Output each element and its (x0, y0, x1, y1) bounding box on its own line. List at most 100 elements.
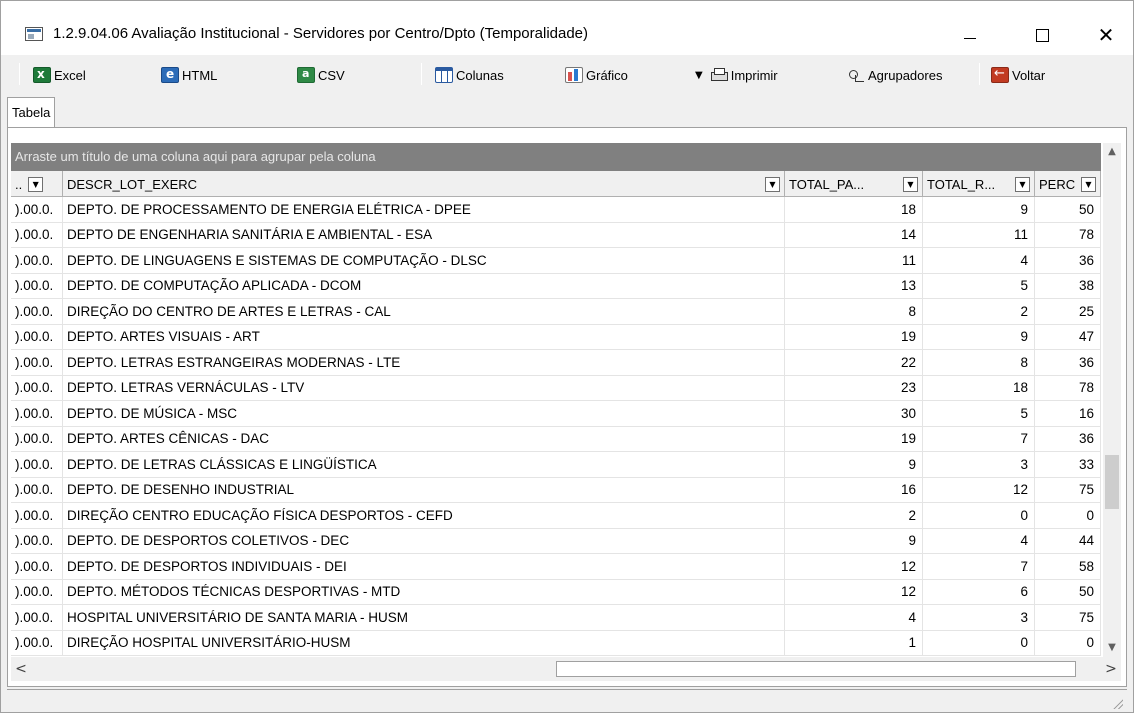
cell-perc[interactable]: 44 (1035, 528, 1101, 553)
table-row[interactable]: ).00.0. DEPTO. LETRAS ESTRANGEIRAS MODERN… (11, 350, 1101, 376)
cell-descr[interactable]: DIREÇÃO CENTRO EDUCAÇÃO FÍSICA DESPORTOS… (63, 503, 785, 528)
cell-descr[interactable]: DEPTO. DE PROCESSAMENTO DE ENERGIA ELÉTR… (63, 197, 785, 222)
scroll-up-icon[interactable]: ▲ (1103, 143, 1121, 161)
scroll-right-icon[interactable]: > (1101, 657, 1121, 681)
table-row[interactable]: ).00.0. DEPTO. DE DESPORTOS INDIVIDUAIS -… (11, 554, 1101, 580)
horizontal-scrollbar[interactable]: < > (11, 657, 1121, 681)
cell-total-r[interactable]: 18 (923, 375, 1035, 400)
cell-total-r[interactable]: 5 (923, 273, 1035, 298)
close-button[interactable]: ✕ (1083, 15, 1129, 55)
html-button[interactable]: HTML (161, 63, 217, 87)
cell-total-pa[interactable]: 4 (785, 605, 923, 630)
cell-descr[interactable]: DEPTO. LETRAS VERNÁCULAS - LTV (63, 375, 785, 400)
cell-total-pa[interactable]: 11 (785, 248, 923, 273)
cell-perc[interactable]: 47 (1035, 324, 1101, 349)
cell-total-pa[interactable]: 14 (785, 222, 923, 247)
cell-perc[interactable]: 0 (1035, 630, 1101, 655)
voltar-button[interactable]: Voltar (991, 63, 1045, 87)
csv-button[interactable]: CSV (297, 63, 345, 87)
cell-total-pa[interactable]: 12 (785, 579, 923, 604)
cell-total-pa[interactable]: 19 (785, 324, 923, 349)
table-row[interactable]: ).00.0. DIREÇÃO DO CENTRO DE ARTES E LETR… (11, 299, 1101, 325)
table-row[interactable]: ).00.0. DIREÇÃO HOSPITAL UNIVERSITÁRIO-HU… (11, 630, 1101, 656)
cell-perc[interactable]: 36 (1035, 350, 1101, 375)
filter-dropdown-icon[interactable]: ▼ (1015, 176, 1030, 192)
filter-dropdown-icon[interactable]: ▼ (903, 176, 918, 192)
cell-descr[interactable]: HOSPITAL UNIVERSITÁRIO DE SANTA MARIA - … (63, 605, 785, 630)
table-row[interactable]: ).00.0. DEPTO. DE LETRAS CLÁSSICAS E LING… (11, 452, 1101, 478)
cell-total-r[interactable]: 7 (923, 554, 1035, 579)
cell-total-pa[interactable]: 9 (785, 528, 923, 553)
cell-total-r[interactable]: 11 (923, 222, 1035, 247)
cell-total-pa[interactable]: 18 (785, 197, 923, 222)
table-row[interactable]: ).00.0. DEPTO. DE DESENHO INDUSTRIAL 16 12 7… (11, 477, 1101, 503)
table-row[interactable]: ).00.0. DEPTO. DE DESPORTOS COLETIVOS - D… (11, 528, 1101, 554)
scroll-down-icon[interactable]: ▼ (1103, 639, 1121, 657)
cell-descr[interactable]: DEPTO. DE COMPUTAÇÃO APLICADA - DCOM (63, 273, 785, 298)
cell-code[interactable]: ).00.0. (11, 222, 63, 247)
grafico-button[interactable]: Gráfico (565, 63, 628, 87)
cell-perc[interactable]: 50 (1035, 579, 1101, 604)
cell-code[interactable]: ).00.0. (11, 248, 63, 273)
cell-code[interactable]: ).00.0. (11, 630, 63, 655)
cell-perc[interactable]: 36 (1035, 426, 1101, 451)
cell-descr[interactable]: DIREÇÃO HOSPITAL UNIVERSITÁRIO-HUSM (63, 630, 785, 655)
cell-descr[interactable]: DEPTO. LETRAS ESTRANGEIRAS MODERNAS - LT… (63, 350, 785, 375)
imprimir-button[interactable]: ▼ Imprimir (695, 63, 778, 87)
cell-total-pa[interactable]: 12 (785, 554, 923, 579)
cell-perc[interactable]: 16 (1035, 401, 1101, 426)
cell-total-pa[interactable]: 19 (785, 426, 923, 451)
cell-total-r[interactable]: 5 (923, 401, 1035, 426)
column-header-total-pa[interactable]: TOTAL_PA... ▼ (785, 171, 923, 197)
dropdown-arrow-icon[interactable]: ▼ (695, 70, 703, 81)
cell-total-pa[interactable]: 23 (785, 375, 923, 400)
maximize-button[interactable] (1019, 15, 1065, 55)
cell-descr[interactable]: DEPTO. DE DESENHO INDUSTRIAL (63, 477, 785, 502)
cell-total-pa[interactable]: 2 (785, 503, 923, 528)
cell-descr[interactable]: DEPTO. DE LETRAS CLÁSSICAS E LINGÜÍSTICA (63, 452, 785, 477)
table-row[interactable]: ).00.0. DEPTO DE ENGENHARIA SANITÁRIA E A… (11, 222, 1101, 248)
cell-code[interactable]: ).00.0. (11, 273, 63, 298)
cell-perc[interactable]: 36 (1035, 248, 1101, 273)
cell-total-pa[interactable]: 1 (785, 630, 923, 655)
vertical-scrollbar[interactable]: ▲ ▼ (1103, 143, 1121, 657)
cell-code[interactable]: ).00.0. (11, 426, 63, 451)
table-row[interactable]: ).00.0. DIREÇÃO CENTRO EDUCAÇÃO FÍSICA DE… (11, 503, 1101, 529)
column-header-descr[interactable]: DESCR_LOT_EXERC ▼ (63, 171, 785, 197)
cell-descr[interactable]: DEPTO. DE DESPORTOS COLETIVOS - DEC (63, 528, 785, 553)
agrupadores-button[interactable]: Agrupadores (847, 63, 942, 87)
cell-total-pa[interactable]: 30 (785, 401, 923, 426)
cell-code[interactable]: ).00.0. (11, 477, 63, 502)
cell-descr[interactable]: DEPTO. DE MÚSICA - MSC (63, 401, 785, 426)
cell-code[interactable]: ).00.0. (11, 452, 63, 477)
cell-total-r[interactable]: 2 (923, 299, 1035, 324)
cell-total-r[interactable]: 0 (923, 630, 1035, 655)
cell-code[interactable]: ).00.0. (11, 350, 63, 375)
cell-code[interactable]: ).00.0. (11, 197, 63, 222)
cell-total-pa[interactable]: 8 (785, 299, 923, 324)
cell-total-r[interactable]: 6 (923, 579, 1035, 604)
cell-total-pa[interactable]: 9 (785, 452, 923, 477)
cell-total-r[interactable]: 12 (923, 477, 1035, 502)
cell-total-r[interactable]: 8 (923, 350, 1035, 375)
cell-total-r[interactable]: 3 (923, 605, 1035, 630)
tab-tabela[interactable]: Tabela (7, 97, 56, 127)
cell-total-r[interactable]: 4 (923, 248, 1035, 273)
scroll-left-icon[interactable]: < (11, 657, 31, 681)
table-row[interactable]: ).00.0. DEPTO. DE MÚSICA - MSC 30 5 16 (11, 401, 1101, 427)
cell-perc[interactable]: 0 (1035, 503, 1101, 528)
cell-code[interactable]: ).00.0. (11, 299, 63, 324)
horizontal-scroll-thumb[interactable] (556, 661, 1076, 677)
cell-perc[interactable]: 38 (1035, 273, 1101, 298)
table-row[interactable]: ).00.0. DEPTO. ARTES CÊNICAS - DAC 19 7 36 (11, 426, 1101, 452)
column-header-total-r[interactable]: TOTAL_R... ▼ (923, 171, 1035, 197)
cell-code[interactable]: ).00.0. (11, 605, 63, 630)
cell-total-r[interactable]: 9 (923, 324, 1035, 349)
cell-descr[interactable]: DEPTO. ARTES CÊNICAS - DAC (63, 426, 785, 451)
cell-total-pa[interactable]: 16 (785, 477, 923, 502)
cell-total-r[interactable]: 4 (923, 528, 1035, 553)
cell-code[interactable]: ).00.0. (11, 528, 63, 553)
cell-descr[interactable]: DIREÇÃO DO CENTRO DE ARTES E LETRAS - CA… (63, 299, 785, 324)
table-row[interactable]: ).00.0. HOSPITAL UNIVERSITÁRIO DE SANTA M… (11, 605, 1101, 631)
cell-code[interactable]: ).00.0. (11, 324, 63, 349)
